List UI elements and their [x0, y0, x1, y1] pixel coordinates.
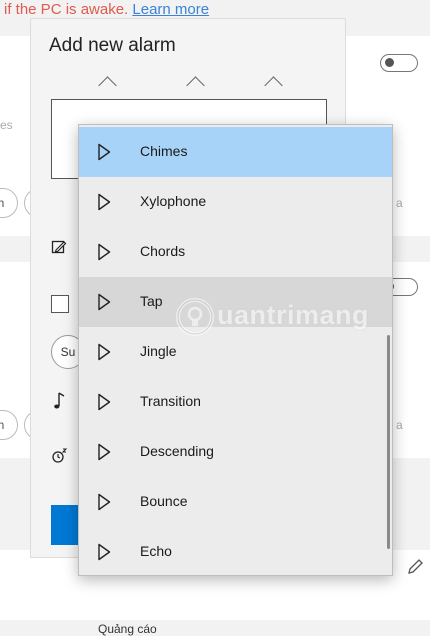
play-icon[interactable] [97, 543, 111, 561]
edit-name-icon [51, 239, 67, 260]
play-icon[interactable] [97, 443, 111, 461]
play-icon[interactable] [97, 243, 111, 261]
edit-icon[interactable] [406, 558, 424, 581]
sound-option-label: Descending [140, 443, 214, 459]
bg-fragment-text: a [396, 418, 403, 432]
sound-option-label: Bounce [140, 493, 188, 509]
sound-option-label: Tap [140, 293, 163, 309]
sound-option-label: Chords [140, 243, 186, 259]
day-label: Su [60, 345, 76, 359]
sound-option-echo[interactable]: Echo [79, 527, 392, 575]
minute-up-chevron-icon[interactable] [186, 76, 205, 95]
repeat-checkbox[interactable] [51, 295, 69, 313]
bg-fragment-text: es [0, 118, 13, 132]
music-note-icon [53, 391, 67, 416]
sound-option-label: Xylophone [140, 193, 207, 209]
dialog-title: Add new alarm [49, 35, 176, 56]
play-icon[interactable] [97, 293, 111, 311]
sound-option-bounce[interactable]: Bounce [79, 477, 392, 527]
sound-option-label: Jingle [140, 343, 177, 359]
sound-option-descending[interactable]: Descending [79, 427, 392, 477]
sound-option-chords[interactable]: Chords [79, 227, 392, 277]
dropdown-scrollbar[interactable] [387, 335, 390, 549]
period-up-chevron-icon[interactable] [264, 76, 283, 95]
sound-option-xylophone[interactable]: Xylophone [79, 177, 392, 227]
play-icon[interactable] [97, 193, 111, 211]
alarm-toggle-1[interactable] [380, 54, 418, 72]
bg-fragment-text: a [396, 196, 403, 210]
sound-option-label: Echo [140, 543, 172, 559]
bg-fragment: h [0, 196, 5, 210]
sound-option-transition[interactable]: Transition [79, 377, 392, 427]
play-icon[interactable] [97, 143, 111, 161]
sound-option-chimes[interactable]: Chimes [79, 127, 392, 177]
sound-option-tap[interactable]: Tap [79, 277, 392, 327]
snooze-icon [51, 447, 69, 470]
alarm-sound-dropdown: Chimes Xylophone Chords Tap Jingle Trans… [78, 124, 393, 576]
play-icon[interactable] [97, 493, 111, 511]
awake-note: if the PC is awake. [4, 1, 129, 18]
play-icon[interactable] [97, 393, 111, 411]
sound-option-label: Transition [140, 393, 201, 409]
sound-option-jingle[interactable]: Jingle [79, 327, 392, 377]
bg-fragment: h [0, 418, 5, 432]
hour-up-chevron-icon[interactable] [98, 76, 117, 95]
play-icon[interactable] [97, 343, 111, 361]
learn-more-link[interactable]: Learn more [132, 1, 209, 18]
ad-label: Quảng cáo [98, 622, 157, 636]
sound-option-label: Chimes [140, 143, 188, 159]
